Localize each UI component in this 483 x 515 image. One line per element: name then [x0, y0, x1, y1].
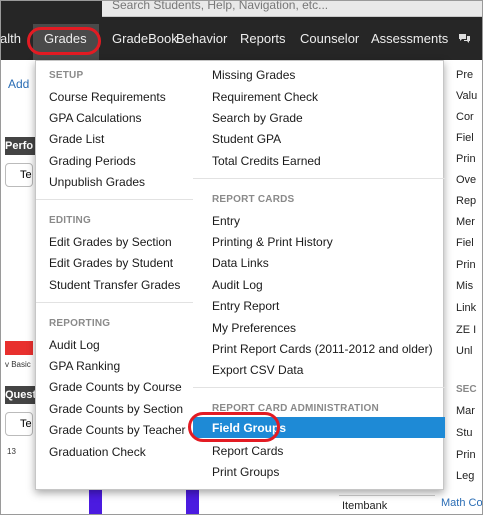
- question-header: Quest: [5, 386, 35, 404]
- menu-item-report-cards[interactable]: Report Cards: [212, 444, 283, 458]
- menu-item-printing-print-history[interactable]: Printing & Print History: [212, 235, 333, 249]
- right-item[interactable]: Prin: [456, 449, 476, 461]
- menu-item-audit-log[interactable]: Audit Log: [49, 338, 100, 352]
- divider: [36, 199, 193, 200]
- app-window: Search Students, Help, Navigation, etc..…: [0, 0, 483, 515]
- right-item[interactable]: Fiel: [456, 132, 474, 144]
- menu-item-search-by-grade[interactable]: Search by Grade: [212, 111, 303, 125]
- right-section: SEC: [456, 384, 477, 395]
- menu-item-total-credits-earned[interactable]: Total Credits Earned: [212, 154, 321, 168]
- menu-item-student-transfer-grades[interactable]: Student Transfer Grades: [49, 278, 180, 292]
- nav-item-assessments[interactable]: Assessments: [371, 31, 448, 46]
- right-item[interactable]: Mis: [456, 280, 473, 292]
- right-column-fragments: Pre Valu Cor Fiel Prin Ove Rep Mer Fiel …: [448, 60, 483, 495]
- menu-item-grade-counts-by-section[interactable]: Grade Counts by Section: [49, 402, 183, 416]
- right-item[interactable]: Rep: [456, 195, 476, 207]
- right-item[interactable]: Cor: [456, 111, 474, 123]
- right-item[interactable]: Pre: [456, 69, 473, 81]
- divider: [36, 302, 193, 303]
- section-reporting: REPORTING: [49, 318, 111, 329]
- menu-item-requirement-check[interactable]: Requirement Check: [212, 90, 318, 104]
- grades-dropdown-menu: SETUP Course Requirements GPA Calculatio…: [35, 60, 445, 490]
- top-nav-bar: Search Students, Help, Navigation, etc..…: [0, 0, 483, 60]
- nav-item-health[interactable]: alth: [0, 31, 21, 46]
- menu-item-missing-grades[interactable]: Missing Grades: [212, 68, 295, 82]
- menu-item-report-card-audit-log[interactable]: Audit Log: [212, 278, 263, 292]
- menu-item-course-requirements[interactable]: Course Requirements: [49, 90, 166, 104]
- chat-bubbles-icon[interactable]: [458, 33, 471, 44]
- math-link[interactable]: Math Co: [441, 497, 483, 509]
- nav-item-gradebook[interactable]: GradeBook: [112, 31, 178, 46]
- right-item[interactable]: Mer: [456, 216, 475, 228]
- purple-chart-bar-1: [89, 489, 102, 515]
- divider: [193, 387, 445, 388]
- right-item[interactable]: Mar: [456, 405, 475, 417]
- right-item[interactable]: Valu: [456, 90, 477, 102]
- add-link[interactable]: Add: [8, 77, 29, 91]
- menu-item-grading-periods[interactable]: Grading Periods: [49, 154, 136, 168]
- purple-chart-bar-2: [186, 489, 199, 515]
- section-report-cards: REPORT CARDS: [212, 194, 295, 205]
- menu-item-edit-grades-by-section[interactable]: Edit Grades by Section: [49, 235, 172, 249]
- menu-item-edit-grades-by-student[interactable]: Edit Grades by Student: [49, 256, 173, 270]
- performance-header: Perfo: [5, 137, 35, 155]
- menu-item-gpa-ranking[interactable]: GPA Ranking: [49, 359, 120, 373]
- section-setup: SETUP: [49, 70, 84, 81]
- right-item[interactable]: Fiel: [456, 237, 474, 249]
- menu-item-grade-list[interactable]: Grade List: [49, 132, 104, 146]
- section-editing: EDITING: [49, 215, 91, 226]
- nav-item-behavior[interactable]: Behavior: [176, 31, 227, 46]
- nav-item-reports[interactable]: Reports: [240, 31, 286, 46]
- menu-item-print-report-cards-old[interactable]: Print Report Cards (2011-2012 and older): [212, 342, 433, 356]
- search-input[interactable]: Search Students, Help, Navigation, etc..…: [102, 0, 483, 17]
- menu-item-data-links[interactable]: Data Links: [212, 256, 269, 270]
- itembank-cell: Itembank: [339, 495, 435, 515]
- menu-item-grade-counts-by-teacher[interactable]: Grade Counts by Teacher: [49, 423, 186, 437]
- right-item[interactable]: Ove: [456, 174, 476, 186]
- right-item[interactable]: Link: [456, 302, 476, 314]
- divider: [193, 178, 445, 179]
- menu-item-entry[interactable]: Entry: [212, 214, 240, 228]
- test-select-2[interactable]: Tes: [5, 412, 33, 436]
- menu-item-my-preferences[interactable]: My Preferences: [212, 321, 296, 335]
- right-item[interactable]: Stu: [456, 427, 473, 439]
- red-chart-bar: [5, 341, 33, 355]
- basic-label: v Basic: [5, 360, 31, 369]
- menu-item-export-csv-data[interactable]: Export CSV Data: [212, 363, 303, 377]
- right-item[interactable]: Leg: [456, 470, 474, 482]
- right-item[interactable]: Unl: [456, 345, 473, 357]
- menu-item-grade-counts-by-course[interactable]: Grade Counts by Course: [49, 380, 182, 394]
- grades-annotation-circle: [27, 27, 101, 55]
- test-select-1[interactable]: Tes: [5, 163, 33, 187]
- menu-item-print-groups[interactable]: Print Groups: [212, 465, 279, 479]
- field-groups-annotation-circle: [188, 412, 280, 442]
- right-item[interactable]: ZE I: [456, 324, 476, 336]
- nav-item-counselor[interactable]: Counselor: [300, 31, 359, 46]
- menu-item-gpa-calculations[interactable]: GPA Calculations: [49, 111, 142, 125]
- small-number: 13: [7, 447, 16, 456]
- menu-item-graduation-check[interactable]: Graduation Check: [49, 445, 146, 459]
- menu-item-unpublish-grades[interactable]: Unpublish Grades: [49, 175, 145, 189]
- menu-item-student-gpa[interactable]: Student GPA: [212, 132, 281, 146]
- right-item[interactable]: Prin: [456, 259, 476, 271]
- menu-item-entry-report[interactable]: Entry Report: [212, 299, 279, 313]
- right-item[interactable]: Prin: [456, 153, 476, 165]
